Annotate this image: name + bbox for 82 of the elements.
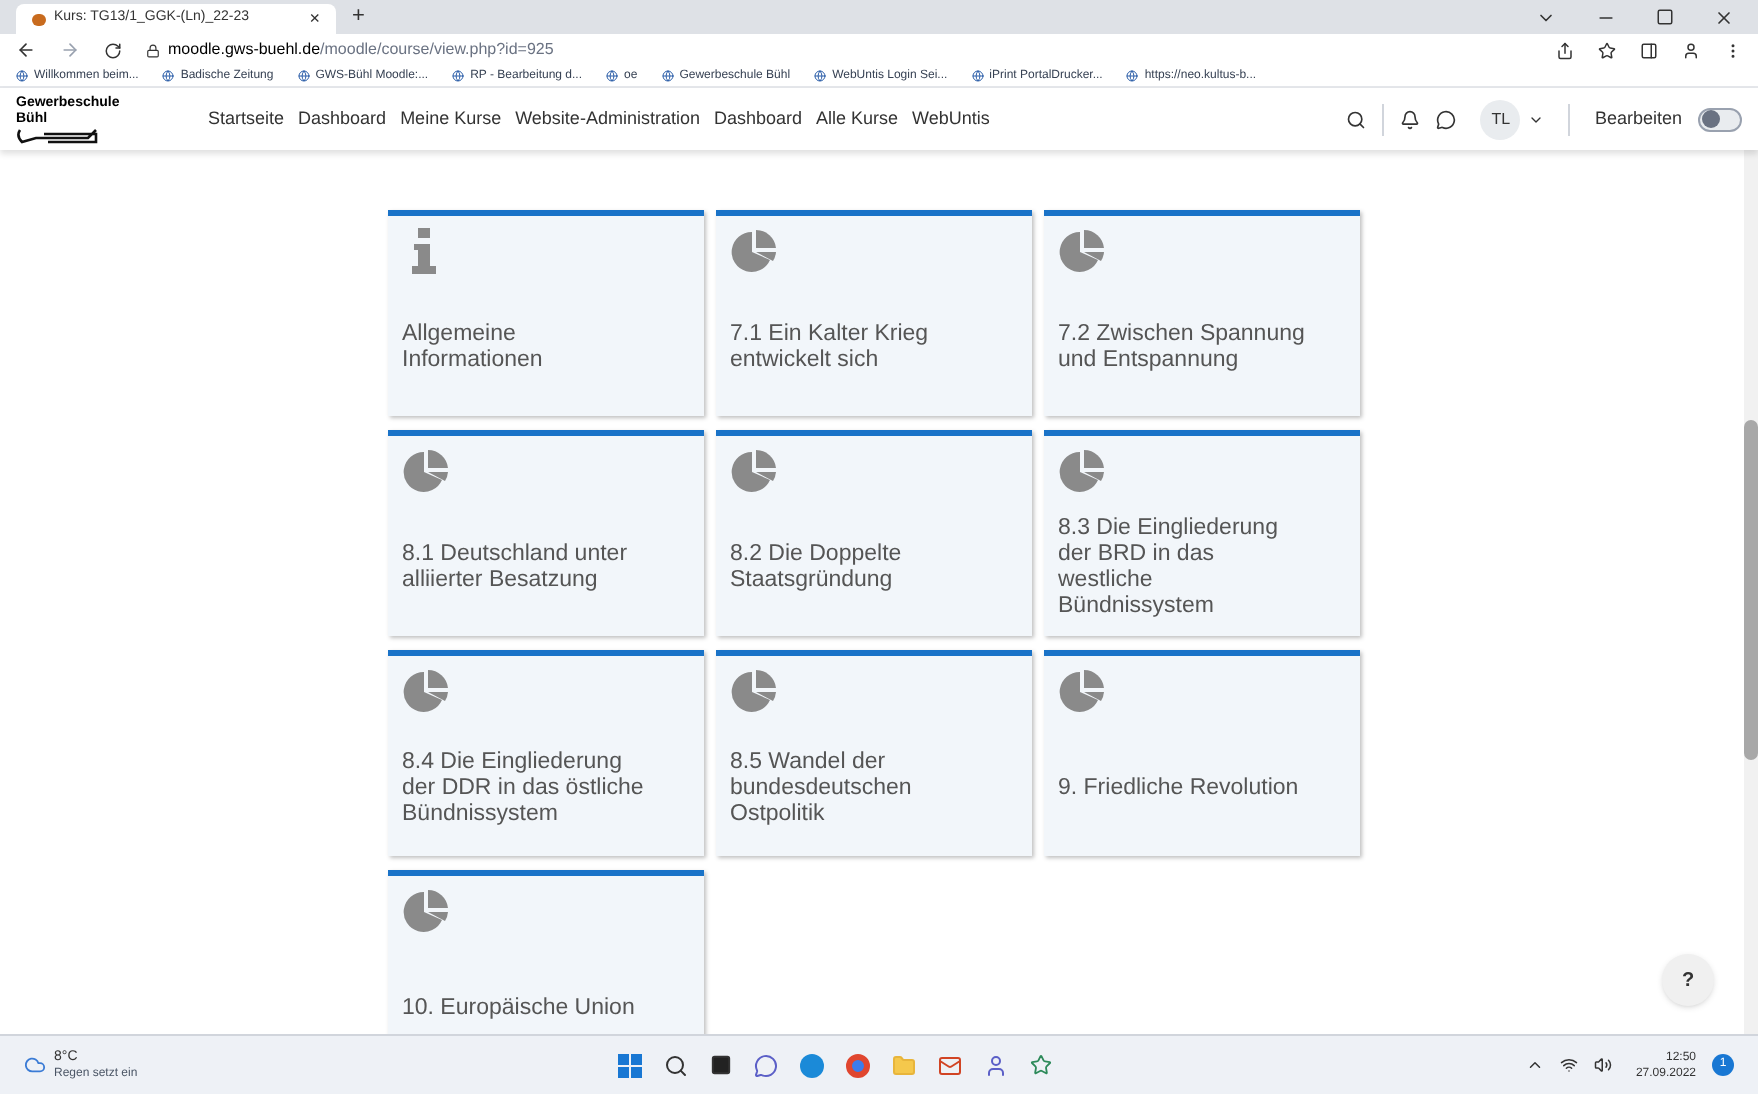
section-tile[interactable]: 8.4 Die Eingliederung der DDR in das östliche Bündnissystem <box>388 650 704 856</box>
section-tile[interactable]: 8.2 Die Doppelte Staatsgründung <box>716 430 1032 636</box>
back-icon[interactable] <box>16 40 36 60</box>
nav-link[interactable]: Dashboard <box>713 105 802 133</box>
pie-chart-icon <box>402 448 450 496</box>
section-title: 7.1 Ein Kalter Krieg entwickelt sich <box>730 322 931 374</box>
section-title: 8.3 Die Eingliederung der BRD in das westliche Bündnissystem <box>1058 516 1280 620</box>
task-view-icon[interactable] <box>709 1054 732 1076</box>
globe-icon <box>1126 70 1139 82</box>
globe-icon <box>297 70 310 82</box>
pie-chart-icon <box>1058 668 1106 716</box>
pie-chart-icon <box>402 668 450 716</box>
star-icon[interactable] <box>1598 41 1616 59</box>
mail-icon[interactable] <box>937 1053 962 1077</box>
scrollbar[interactable] <box>1744 150 1758 1034</box>
nav-link[interactable]: Meine Kurse <box>400 105 502 133</box>
section-tile[interactable]: Allgemeine Informationen <box>388 210 704 416</box>
notifications-icon[interactable] <box>1400 109 1421 129</box>
globe-icon <box>452 70 465 82</box>
user-avatar: TL <box>1480 99 1521 139</box>
wifi-icon[interactable] <box>1559 1056 1578 1074</box>
pie-chart-icon <box>1058 448 1106 496</box>
globe-icon <box>606 70 618 82</box>
messages-icon[interactable] <box>1436 109 1457 129</box>
section-title: 7.2 Zwischen Spannung und Entspannung <box>1058 322 1307 374</box>
globe-icon <box>971 70 984 82</box>
edit-mode-switch[interactable] <box>1698 107 1742 131</box>
browser-icon[interactable] <box>799 1053 824 1077</box>
section-title: 8.5 Wandel der bundesdeutschen Ostpolitik <box>730 749 914 827</box>
edit-mode-label: Bearbeiten <box>1594 105 1682 132</box>
site-favicon-icon <box>32 13 46 25</box>
section-tile[interactable]: 9. Friedliche Revolution <box>1044 650 1360 856</box>
nav-link[interactable]: WebUntis <box>912 105 990 133</box>
close-icon[interactable] <box>1714 7 1734 27</box>
side-panel-icon[interactable] <box>1640 41 1658 59</box>
address-path: /moodle/course/view.php?id=925 <box>320 38 554 62</box>
lock-icon <box>146 43 160 57</box>
share-icon[interactable] <box>1556 41 1574 59</box>
help-button[interactable]: ? <box>1662 954 1714 1006</box>
new-tab-button[interactable]: + <box>352 0 365 32</box>
search-icon[interactable] <box>1346 109 1367 129</box>
rain-cloud-icon <box>24 1054 46 1076</box>
section-tile[interactable]: 7.1 Ein Kalter Krieg entwickelt sich <box>716 210 1032 416</box>
globe-icon <box>162 70 175 82</box>
tray-overflow-icon[interactable] <box>1525 1056 1544 1074</box>
start-icon[interactable] <box>617 1053 642 1077</box>
chat-icon[interactable] <box>753 1053 778 1077</box>
address-domain: moodle.gws-buehl.de <box>168 38 321 62</box>
section-tile[interactable]: 8.3 Die Eingliederung der BRD in das westliche Bündnissystem <box>1044 430 1360 636</box>
globe-icon <box>16 70 28 82</box>
section-tile[interactable]: 10. Europäische Union <box>388 870 704 1034</box>
pie-chart-icon <box>730 668 778 716</box>
nav-link[interactable]: Dashboard <box>298 105 387 133</box>
section-tile[interactable]: 8.1 Deutschland unter alliierter Besatzung <box>388 430 704 636</box>
pie-chart-icon <box>1058 228 1106 276</box>
app-icon[interactable] <box>1029 1054 1052 1076</box>
nav-link[interactable]: Website-Administration <box>515 105 700 133</box>
pie-chart-icon <box>402 888 450 936</box>
section-title: 10. Europäische Union <box>402 995 635 1021</box>
profile-icon[interactable] <box>1682 41 1700 59</box>
globe-icon <box>661 70 674 82</box>
pie-chart-icon <box>730 228 778 276</box>
section-tile[interactable]: 8.5 Wandel der bundesdeutschen Ostpolitik <box>716 650 1032 856</box>
tab-close-button[interactable]: × <box>309 5 320 33</box>
section-title: 8.1 Deutschland unter alliierter Besatzung <box>402 542 630 594</box>
section-title: 8.4 Die Eingliederung der DDR in das östliche Bündnissystem <box>402 749 646 827</box>
forward-icon[interactable] <box>60 40 80 60</box>
nav-link[interactable]: Startseite <box>208 105 285 133</box>
address-bar[interactable]: moodle.gws-buehl.de/moodle/course/view.php?id=925 <box>146 38 1532 62</box>
volume-icon[interactable] <box>1593 1056 1612 1074</box>
section-title: Allgemeine Informationen <box>402 322 545 374</box>
globe-icon <box>814 70 827 82</box>
section-title: 9. Friedliche Revolution <box>1058 775 1299 801</box>
nav-link[interactable]: Alle Kurse <box>816 105 899 133</box>
user-menu[interactable]: TL <box>1480 99 1545 139</box>
section-tile[interactable]: 7.2 Zwischen Spannung und Entspannung <box>1044 210 1360 416</box>
search-icon[interactable] <box>663 1053 688 1077</box>
restore-icon[interactable] <box>1656 8 1674 26</box>
info-icon <box>410 228 438 276</box>
reload-icon[interactable] <box>104 41 122 59</box>
section-title: 8.2 Die Doppelte Staatsgründung <box>730 542 904 594</box>
pie-chart-icon <box>730 448 778 496</box>
